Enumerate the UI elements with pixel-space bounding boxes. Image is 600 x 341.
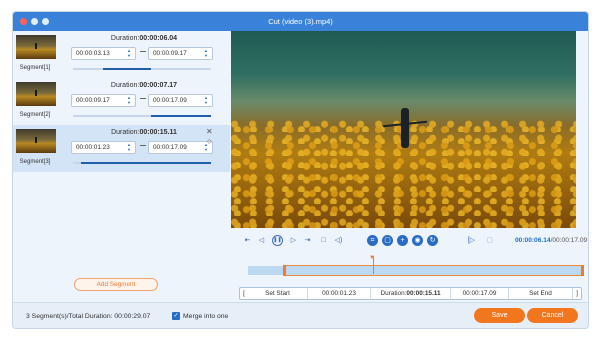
segment-list: Segment[1] Duration:00:00:06.04 00:00:03… — [13, 31, 230, 184]
segment-start-input[interactable]: 00:00:09.17 ▲ ▼ — [71, 94, 136, 107]
segment-name: Segment[1] — [19, 65, 51, 71]
timeline[interactable]: ▼ — [231, 255, 588, 280]
set-start-button[interactable]: Set Start — [248, 288, 308, 299]
segment-item-3[interactable]: Segment[3] Duration:00:00:15.11 00:00:01… — [13, 125, 230, 172]
range-open-bracket: [ — [243, 290, 245, 297]
maximize-icon[interactable] — [42, 18, 49, 25]
range-end-input[interactable]: 00:00:17.09 — [451, 288, 509, 299]
set-end-button[interactable]: Set End — [509, 288, 573, 299]
video-frame-figure — [401, 108, 409, 148]
volume-icon[interactable]: ◁) — [333, 235, 344, 246]
segment-thumbnail: Segment[2] — [13, 78, 57, 125]
move-up-icon[interactable]: ◇ — [207, 138, 212, 145]
segment-end-input[interactable]: 00:00:17.09 ▲ ▼ — [148, 141, 213, 154]
merge-label[interactable]: Merge into one — [183, 313, 228, 320]
range-dash — [140, 145, 146, 146]
video-preview[interactable] — [231, 31, 576, 228]
segment-mini-track — [73, 68, 211, 70]
split-icon[interactable]: ⌗ — [367, 235, 378, 246]
pause-icon[interactable]: ❚❚ — [272, 235, 283, 246]
timeline-selection[interactable] — [283, 265, 584, 276]
segment-end-input[interactable]: 00:00:17.09 ▲ ▼ — [148, 94, 213, 107]
segment-start-input[interactable]: 00:00:03.13 ▲ ▼ — [71, 47, 136, 60]
thumbnail-image — [16, 129, 56, 153]
playback-controls: ⇤ ◁ ❚❚ ▷ ⇥ □ ◁) ⌗ ▢ + ◉ ↻ [▷ ▢ 00:00:06.… — [231, 234, 588, 248]
segment-mini-track — [73, 115, 211, 117]
timeline-start-handle[interactable] — [283, 265, 286, 276]
playhead-marker-icon[interactable]: ▼ — [369, 255, 375, 261]
stepper-icon[interactable]: ▲ ▼ — [203, 48, 209, 59]
total-duration-text: 3 Segment(s)/Total Duration: 00:00:29.07 — [26, 313, 151, 320]
mark-in-icon[interactable]: [▷ — [466, 235, 477, 246]
range-close-bracket: ] — [576, 290, 578, 297]
segment-thumbnail: Segment[3] — [13, 125, 57, 172]
rotate-icon[interactable]: ↻ — [427, 235, 438, 246]
segment-end-input[interactable]: 00:00:09.17 ▲ ▼ — [148, 47, 213, 60]
range-start-input[interactable]: 00:00:01.23 — [308, 288, 371, 299]
segment-mini-track — [73, 162, 211, 164]
add-segment-button[interactable]: Add Segment — [74, 278, 158, 291]
add-icon[interactable]: + — [397, 235, 408, 246]
segment-name: Segment[2] — [19, 112, 51, 118]
segment-item-1[interactable]: Segment[1] Duration:00:00:06.04 00:00:03… — [13, 31, 230, 78]
footer: 3 Segment(s)/Total Duration: 00:00:29.07… — [13, 302, 588, 328]
cancel-button[interactable]: Cancel — [527, 308, 578, 323]
skip-end-icon[interactable]: ⇥ — [302, 235, 313, 246]
step-back-icon[interactable]: ◁ — [256, 235, 267, 246]
segment-thumbnail: Segment[1] — [13, 31, 57, 78]
segment-name: Segment[3] — [19, 159, 51, 165]
segment-range-fill — [103, 68, 151, 70]
stepper-icon[interactable]: ▲ ▼ — [126, 142, 132, 153]
range-dash — [140, 98, 146, 99]
playhead[interactable] — [373, 256, 374, 274]
merge-checkbox[interactable]: ✓ — [172, 312, 180, 320]
playback-time: 00:00:06.14/00:00:17.09 — [515, 237, 588, 244]
segment-duration: Duration:00:00:15.11 — [111, 129, 177, 136]
close-icon[interactable] — [20, 18, 27, 25]
stepper-icon[interactable]: ▲ ▼ — [203, 95, 209, 106]
cut-window: Cut (video (3).mp4) Segment[1] Duration:… — [12, 11, 589, 329]
range-bar: [ Set Start 00:00:01.23 Duration:00:00:1… — [239, 287, 582, 300]
copy-icon[interactable]: ▢ — [382, 235, 393, 246]
zoom-icon[interactable]: ◉ — [412, 235, 423, 246]
segment-range-fill — [81, 162, 211, 164]
segment-duration: Duration:00:00:06.04 — [110, 35, 178, 42]
segment-item-2[interactable]: Segment[2] Duration:00:00:07.17 00:00:09… — [13, 78, 230, 125]
stepper-icon[interactable]: ▲ ▼ — [126, 48, 132, 59]
range-dash — [140, 51, 146, 52]
timeline-end-handle[interactable] — [581, 265, 584, 276]
stepper-icon[interactable]: ▲ ▼ — [126, 95, 132, 106]
minimize-icon[interactable] — [31, 18, 38, 25]
step-forward-icon[interactable]: ▷ — [288, 235, 299, 246]
range-duration: Duration:00:00:15.11 — [371, 288, 451, 299]
segment-range-fill — [151, 115, 211, 117]
thumbnail-image — [16, 82, 56, 106]
delete-segment-icon[interactable]: ✕ — [206, 127, 213, 136]
skip-start-icon[interactable]: ⇤ — [242, 235, 253, 246]
title-bar: Cut (video (3).mp4) — [13, 12, 588, 31]
mark-out-icon[interactable]: ▢ — [484, 235, 495, 246]
window-title: Cut (video (3).mp4) — [268, 17, 333, 26]
stop-icon[interactable]: □ — [318, 235, 329, 246]
segment-start-input[interactable]: 00:00:01.23 ▲ ▼ — [71, 141, 136, 154]
save-button[interactable]: Save — [474, 308, 525, 323]
thumbnail-image — [16, 35, 56, 59]
segment-duration: Duration:00:00:07.17 — [110, 82, 178, 89]
